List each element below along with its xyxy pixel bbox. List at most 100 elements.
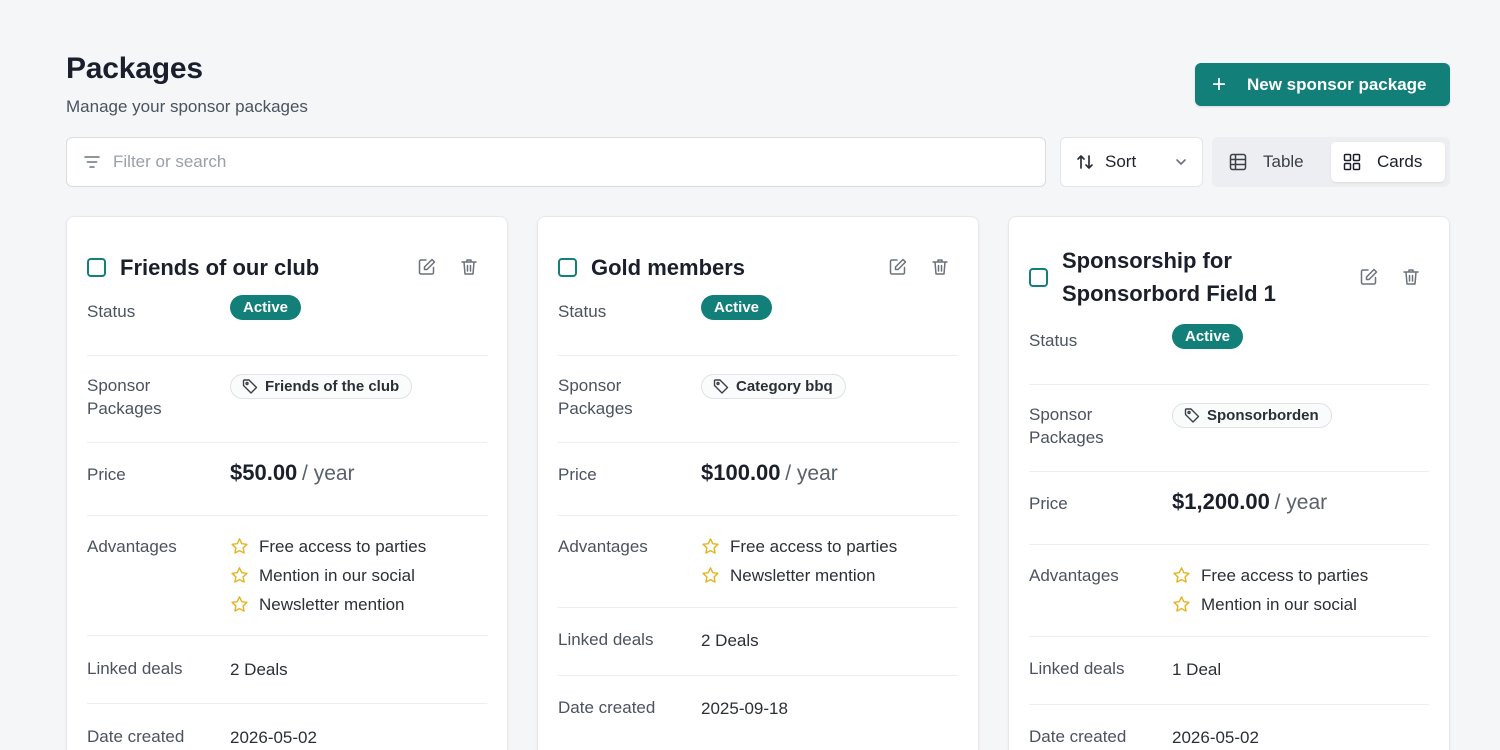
star-icon — [230, 537, 249, 556]
date-created-label: Date created — [558, 698, 656, 717]
price-row: Price $50.00 / year — [87, 443, 487, 516]
linked-deals-label: Linked deals — [1029, 659, 1125, 678]
date-created-value: 2026-05-02 — [230, 728, 317, 747]
view-cards-button[interactable]: Cards — [1331, 142, 1445, 182]
star-icon — [701, 566, 720, 585]
linked-deals-label: Linked deals — [87, 659, 183, 678]
star-icon — [230, 595, 249, 614]
edit-icon[interactable] — [888, 257, 908, 277]
advantage-item: Newsletter mention — [701, 561, 897, 590]
star-icon — [230, 566, 249, 585]
sponsor-packages-row: Sponsor Packages Friends of the club — [87, 356, 487, 443]
card-checkbox[interactable] — [558, 257, 577, 277]
star-icon — [1172, 566, 1191, 585]
sponsor-packages-label: Sponsor Packages — [1029, 405, 1104, 447]
advantage-item: Mention in our social — [1172, 590, 1368, 619]
card-checkbox[interactable] — [1029, 267, 1048, 287]
trash-icon[interactable] — [1401, 267, 1421, 287]
advantage-item: Free access to parties — [230, 532, 426, 561]
status-badge: Active — [230, 295, 302, 320]
price-period: / year — [785, 462, 838, 485]
star-icon — [1172, 595, 1191, 614]
sort-arrows-icon — [1075, 152, 1095, 172]
advantage-item: Free access to parties — [701, 532, 897, 561]
plus-icon: + — [1211, 70, 1226, 98]
price-row: Price $100.00 / year — [558, 443, 958, 516]
package-tag: Sponsorborden — [1172, 403, 1332, 428]
advantage-item: Free access to parties — [1172, 561, 1368, 590]
linked-deals-row: Linked deals 2 Deals — [87, 636, 487, 704]
date-created-row: Date created 2026-05-02 — [1029, 705, 1429, 750]
advantage-item: Newsletter mention — [230, 590, 426, 619]
price-period: / year — [1274, 491, 1328, 514]
new-sponsor-package-button[interactable]: + New sponsor package — [1195, 63, 1450, 106]
price-label: Price — [1029, 494, 1068, 513]
sponsor-packages-row: Sponsor Packages Sponsorborden — [1029, 385, 1429, 472]
advantages-label: Advantages — [87, 537, 177, 556]
advantages-list: Free access to parties Newsletter mentio… — [701, 532, 897, 607]
card-title: Gold members — [591, 254, 746, 280]
linked-deals-row: Linked deals 2 Deals — [558, 608, 958, 676]
table-icon — [1229, 153, 1247, 171]
status-badge: Active — [1172, 324, 1244, 349]
trash-icon[interactable] — [459, 257, 479, 277]
linked-deals-value: 2 Deals — [230, 660, 288, 679]
status-label: Status — [87, 302, 136, 321]
package-card: Sponsorship for Sponsorbord Field 1 Stat… — [1008, 216, 1450, 750]
search-bar — [66, 137, 1046, 187]
date-created-label: Date created — [87, 727, 185, 746]
view-cards-label: Cards — [1377, 152, 1423, 171]
tag-icon — [242, 378, 259, 395]
filter-icon — [83, 153, 101, 171]
date-created-row: Date created 2026-05-02 — [87, 704, 487, 750]
status-row: Status Active — [87, 295, 487, 356]
search-input[interactable] — [113, 152, 1013, 172]
package-tag: Friends of the club — [230, 374, 413, 399]
price-amount: $50.00 — [230, 460, 298, 485]
tag-icon — [713, 378, 730, 395]
advantages-row: Advantages Free access to parties Newsle… — [558, 516, 958, 608]
price-row: Price $1,200.00 / year — [1029, 472, 1429, 545]
status-row: Status Active — [1029, 324, 1429, 385]
card-checkbox[interactable] — [87, 257, 106, 277]
view-table-button[interactable]: Table — [1217, 142, 1327, 182]
card-title: Sponsorship for Sponsorbord Field 1 — [1062, 248, 1276, 306]
status-row: Status Active — [558, 295, 958, 356]
sponsor-packages-label: Sponsor Packages — [87, 376, 162, 418]
edit-icon[interactable] — [1359, 267, 1379, 287]
sort-label: Sort — [1105, 152, 1137, 171]
page-title: Packages — [66, 52, 203, 85]
advantages-row: Advantages Free access to parties Mentio… — [87, 516, 487, 636]
new-sponsor-package-label: New sponsor package — [1247, 74, 1427, 94]
advantage-item: Mention in our social — [230, 561, 426, 590]
trash-icon[interactable] — [930, 257, 950, 277]
grid-icon — [1343, 153, 1361, 171]
linked-deals-row: Linked deals 1 Deal — [1029, 637, 1429, 705]
price-amount: $100.00 — [701, 460, 781, 485]
edit-icon[interactable] — [417, 257, 437, 277]
linked-deals-label: Linked deals — [558, 630, 654, 649]
package-tag: Category bbq — [701, 374, 846, 399]
linked-deals-value: 1 Deal — [1172, 660, 1222, 679]
status-label: Status — [1029, 331, 1078, 350]
sort-dropdown[interactable]: Sort — [1060, 137, 1203, 187]
package-card: Friends of our club Status Active Sponso… — [66, 216, 508, 750]
date-created-label: Date created — [1029, 727, 1127, 746]
advantages-list: Free access to parties Mention in our so… — [1172, 561, 1368, 636]
linked-deals-value: 2 Deals — [701, 631, 759, 650]
advantages-label: Advantages — [1029, 566, 1119, 585]
page-subtitle: Manage your sponsor packages — [66, 97, 308, 116]
price-amount: $1,200.00 — [1172, 489, 1270, 514]
price-label: Price — [558, 465, 597, 484]
advantages-row: Advantages Free access to parties Mentio… — [1029, 545, 1429, 637]
price-period: / year — [302, 462, 355, 485]
view-toggle: Table Cards — [1212, 137, 1450, 187]
sponsor-packages-label: Sponsor Packages — [558, 376, 633, 418]
star-icon — [701, 537, 720, 556]
price-label: Price — [87, 465, 126, 484]
card-title: Friends of our club — [120, 254, 320, 280]
advantages-label: Advantages — [558, 537, 648, 556]
date-created-value: 2026-05-02 — [1172, 728, 1259, 747]
chevron-down-icon — [1174, 155, 1188, 169]
status-label: Status — [558, 302, 607, 321]
